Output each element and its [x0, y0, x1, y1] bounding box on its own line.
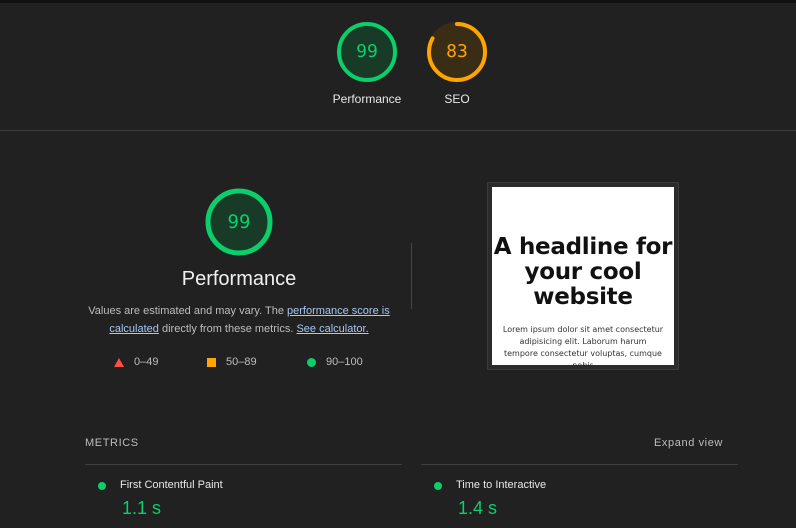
metrics-divider-left: [85, 464, 402, 465]
gauge-score: 83: [446, 41, 468, 62]
legend-fail: 0–49: [114, 355, 158, 369]
metric-value: 1.4 s: [458, 498, 498, 518]
final-screenshot-preview[interactable]: A headline for your cool website Lorem i…: [487, 182, 679, 370]
legend-range: 90–100: [326, 356, 363, 368]
gauge-seo[interactable]: 83 SEO: [412, 21, 502, 106]
screenshot-page: A headline for your cool website Lorem i…: [492, 187, 674, 365]
metric-value: 1.1 s: [122, 498, 162, 518]
metric-name: Time to Interactive: [456, 479, 547, 491]
legend-average: 50–89: [207, 355, 257, 369]
legend-pass: 90–100: [307, 355, 363, 369]
triangle-icon: [114, 357, 124, 367]
gauge-ring: 83: [426, 21, 488, 83]
description-text: directly from these metrics.: [158, 323, 297, 335]
gauge-label: Performance: [332, 92, 402, 106]
score-gauges-header: 99 Performance 83 SEO: [0, 0, 796, 131]
vertical-divider: [411, 243, 412, 309]
preview-body-text: Lorem ipsum dolor sit amet consectetur a…: [502, 325, 664, 365]
legend-range: 50–89: [226, 356, 257, 368]
gauge-performance[interactable]: 99 Performance: [322, 21, 412, 106]
circle-icon: [307, 357, 316, 367]
see-calculator-link[interactable]: See calculator.: [296, 323, 368, 335]
performance-title: Performance: [181, 268, 297, 290]
square-icon: [207, 357, 216, 367]
score-legend: 0–49 50–89 90–100: [114, 355, 414, 371]
gauge-ring: 99: [336, 21, 398, 83]
performance-description: Values are estimated and may vary. The p…: [80, 302, 398, 338]
performance-gauge: 99: [204, 187, 274, 257]
preview-headline: A headline for your cool website: [493, 234, 673, 310]
metrics-divider-right: [421, 464, 738, 465]
gauge-score: 99: [356, 41, 378, 62]
performance-score: 99: [227, 211, 251, 233]
expand-view-toggle[interactable]: Expand view: [654, 437, 723, 449]
gauge-label: SEO: [444, 92, 470, 106]
legend-range: 0–49: [134, 356, 159, 368]
pass-circle-icon: [434, 482, 442, 490]
metrics-heading: METRICS: [85, 437, 139, 449]
pass-circle-icon: [98, 482, 106, 490]
description-text: Values are estimated and may vary. The: [88, 305, 287, 317]
metric-name: First Contentful Paint: [120, 479, 223, 491]
